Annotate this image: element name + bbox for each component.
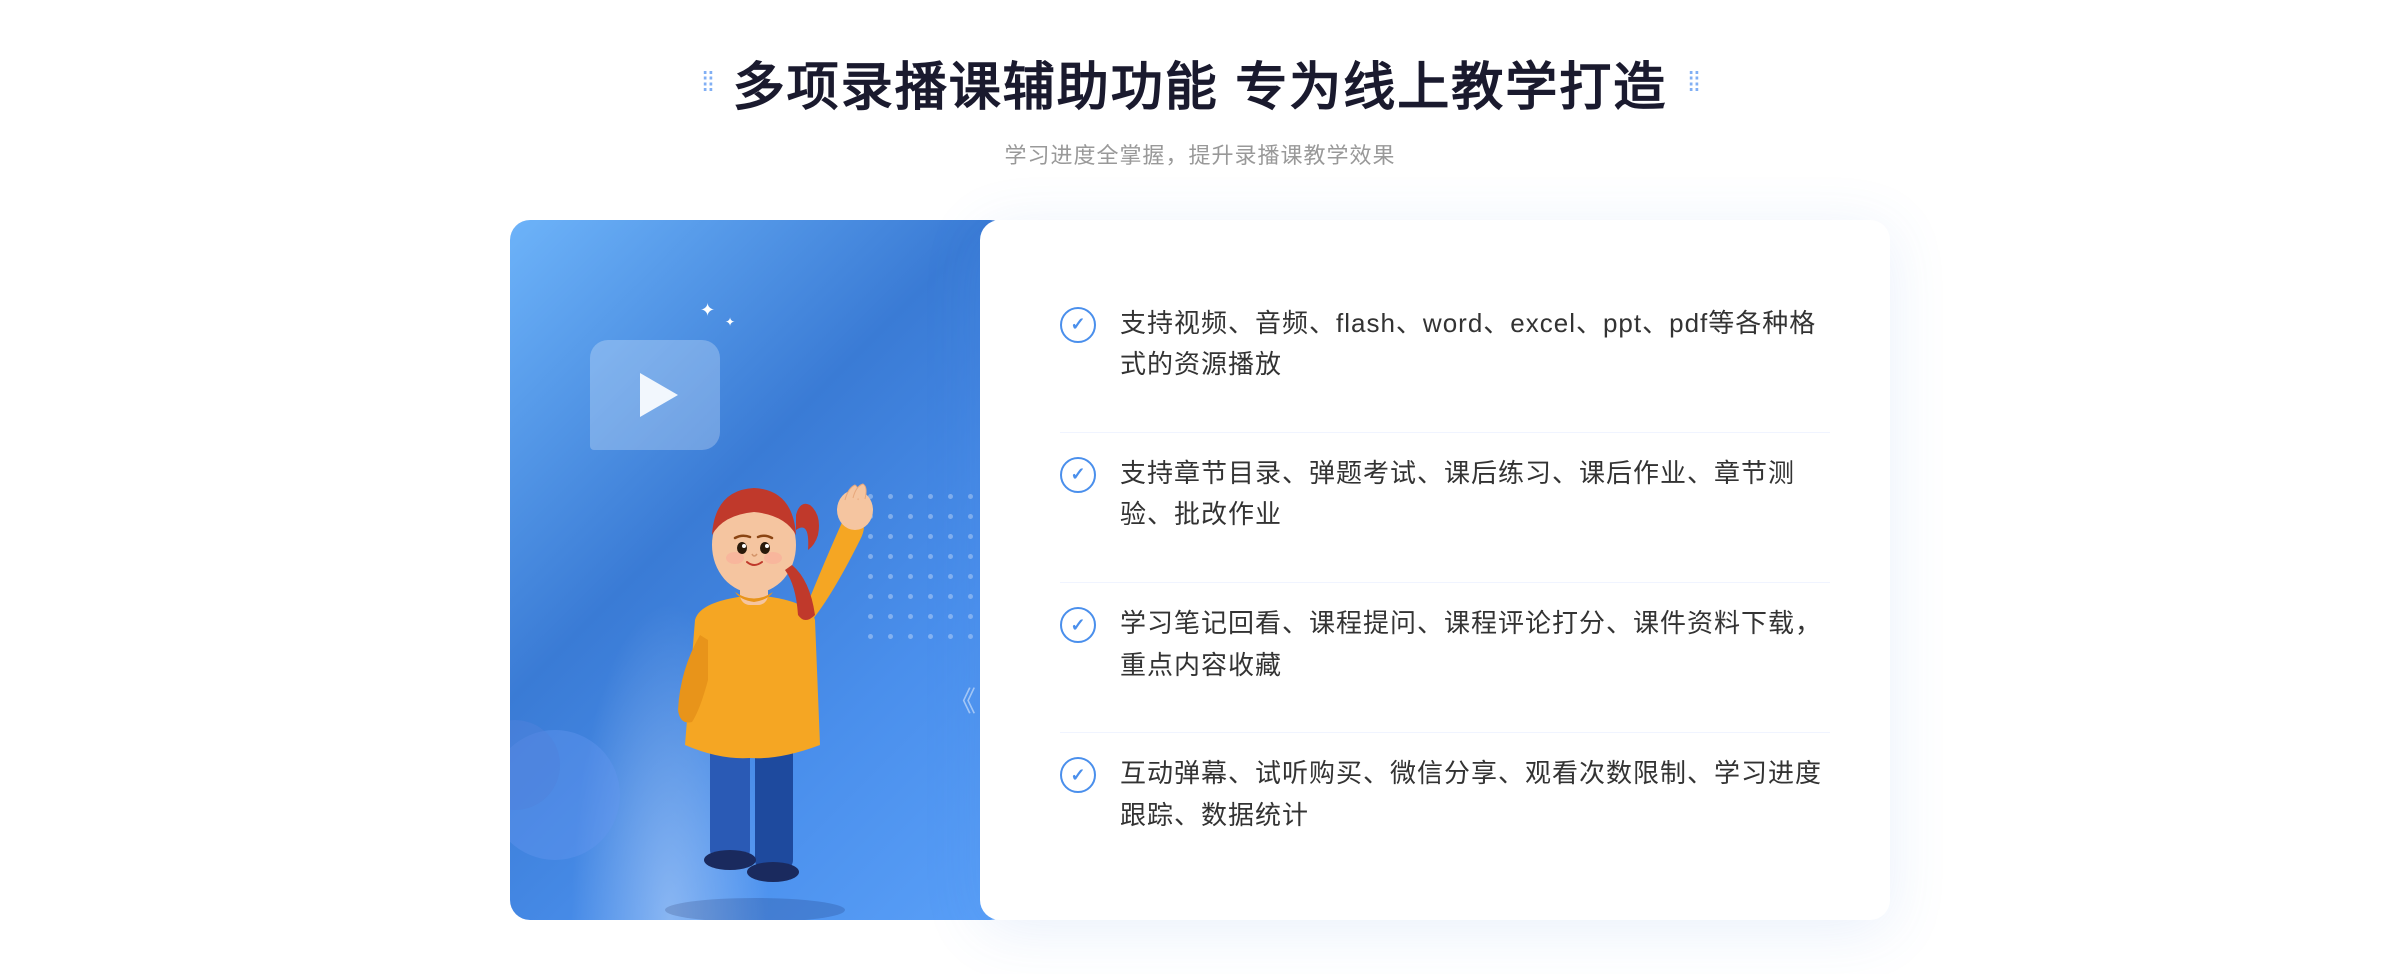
- features-panel: ✓ 支持视频、音频、flash、word、excel、ppt、pdf等各种格式的…: [980, 220, 1890, 920]
- arrows-decoration: 《: [948, 680, 970, 720]
- page-subtitle: 学习进度全掌握，提升录播课教学效果: [1004, 138, 1395, 170]
- person-illustration: [600, 400, 920, 920]
- feature-text-1: 支持视频、音频、flash、word、excel、ppt、pdf等各种格式的资源…: [1120, 303, 1830, 386]
- check-mark-1: ✓: [1070, 314, 1085, 335]
- check-mark-2: ✓: [1070, 464, 1085, 485]
- feature-text-2: 支持章节目录、弹题考试、课后练习、课后作业、章节测验、批改作业: [1120, 453, 1830, 536]
- check-icon-2: ✓: [1060, 457, 1096, 493]
- feature-text-4: 互动弹幕、试听购买、微信分享、观看次数限制、学习进度跟踪、数据统计: [1120, 753, 1830, 836]
- feature-item-2: ✓ 支持章节目录、弹题考试、课后练习、课后作业、章节测验、批改作业: [1060, 432, 1830, 556]
- feature-item-1: ✓ 支持视频、音频、flash、word、excel、ppt、pdf等各种格式的…: [1060, 283, 1830, 406]
- feature-text-3: 学习笔记回看、课程提问、课程评论打分、课件资料下载，重点内容收藏: [1120, 603, 1830, 686]
- check-icon-1: ✓: [1060, 307, 1096, 343]
- check-icon-4: ✓: [1060, 757, 1096, 793]
- decorative-dots-left: ⁞⁞: [701, 66, 713, 98]
- illustration-card: ✦ ✦ 《: [510, 220, 1010, 920]
- feature-item-3: ✓ 学习笔记回看、课程提问、课程评论打分、课件资料下载，重点内容收藏: [1060, 582, 1830, 706]
- check-icon-3: ✓: [1060, 607, 1096, 643]
- title-row: ⁞⁞ 多项录播课辅助功能 专为线上教学打造 ⁞⁞: [701, 45, 1699, 120]
- feature-item-4: ✓ 互动弹幕、试听购买、微信分享、观看次数限制、学习进度跟踪、数据统计: [1060, 732, 1830, 856]
- check-mark-4: ✓: [1070, 765, 1085, 786]
- page-wrapper: ⁞⁞ 多项录播课辅助功能 专为线上教学打造 ⁞⁞ 学习进度全掌握，提升录播课教学…: [0, 5, 2400, 970]
- header-section: ⁞⁞ 多项录播课辅助功能 专为线上教学打造 ⁞⁞ 学习进度全掌握，提升录播课教学…: [701, 45, 1699, 170]
- check-mark-3: ✓: [1070, 615, 1085, 636]
- decorative-dots-right: ⁞⁞: [1687, 66, 1699, 98]
- sparkle-decoration-2: ✦: [725, 315, 735, 329]
- page-title: 多项录播课辅助功能 专为线上教学打造: [733, 45, 1667, 120]
- content-area: » ✦ ✦: [510, 220, 1890, 920]
- sparkle-decoration-1: ✦: [700, 300, 715, 321]
